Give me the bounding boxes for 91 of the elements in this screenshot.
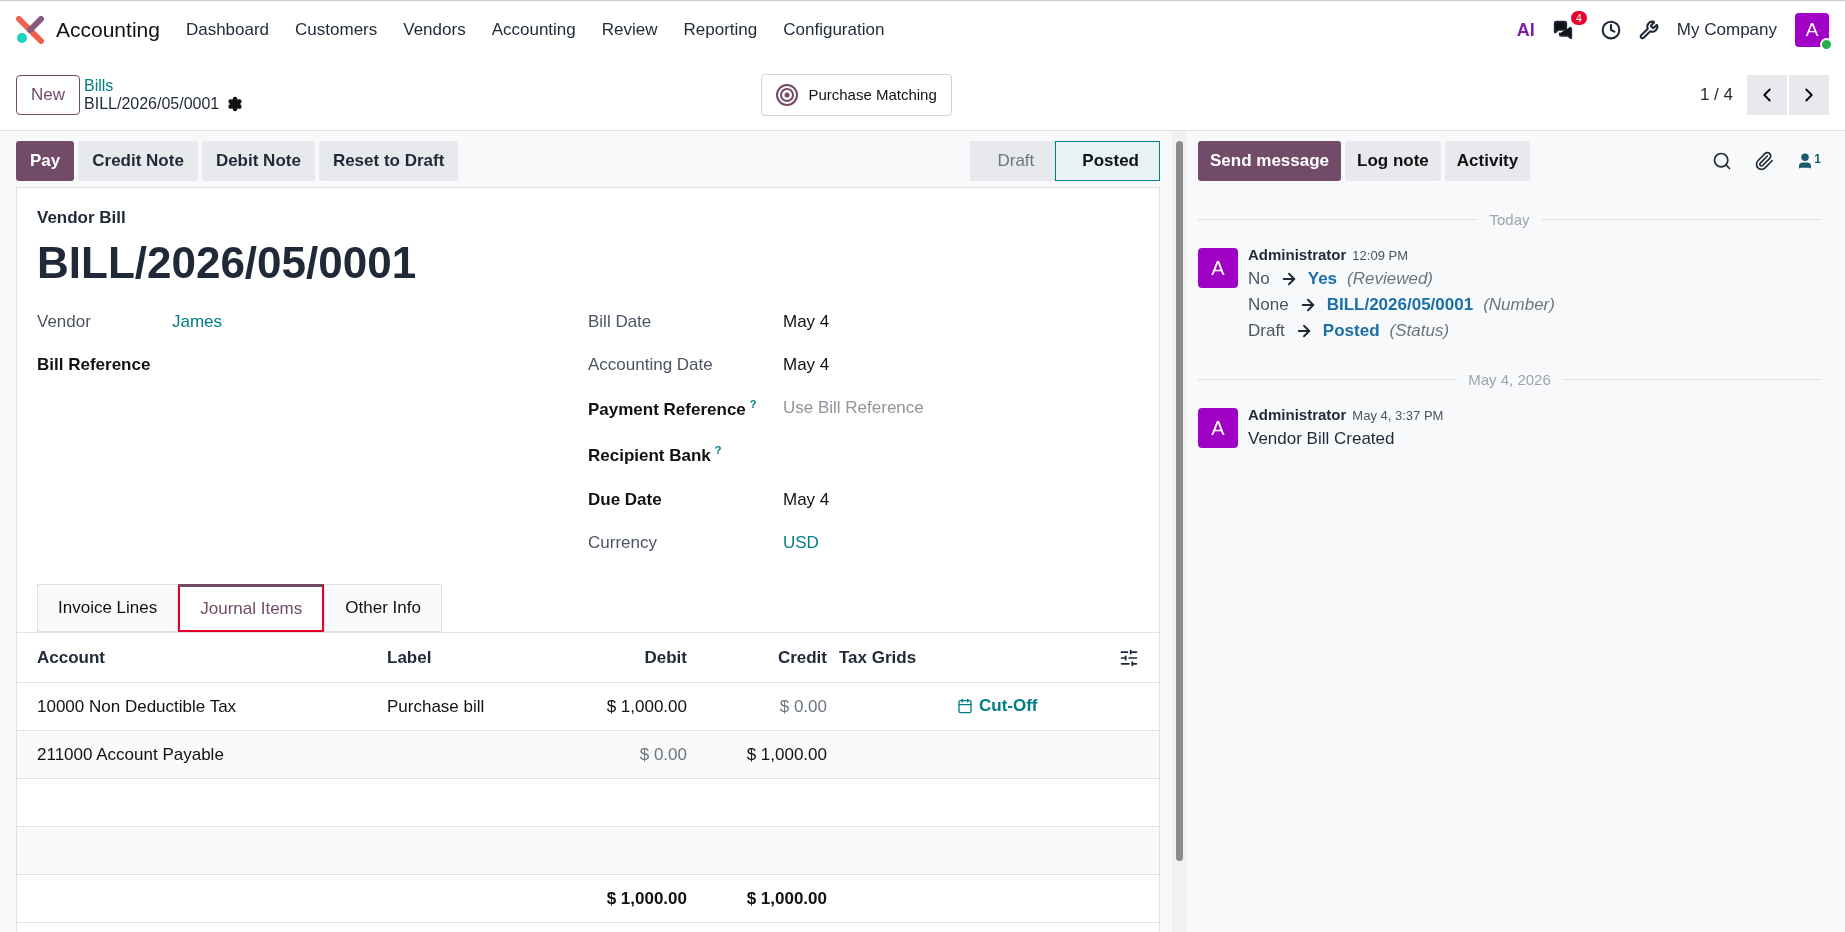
- column-header[interactable]: Debit: [537, 647, 687, 668]
- breadcrumb-link[interactable]: Bills: [84, 76, 244, 95]
- purchase-matching-button[interactable]: Purchase Matching: [761, 73, 952, 116]
- calendar-icon: [957, 697, 973, 714]
- search-icon[interactable]: [1712, 151, 1733, 171]
- document-title: BILL/2026/05/0001: [37, 238, 418, 288]
- chatter-button[interactable]: Log note: [1345, 141, 1441, 181]
- action-button[interactable]: Debit Note: [201, 141, 315, 181]
- app-name[interactable]: Accounting: [56, 18, 160, 42]
- status-step[interactable]: Draft: [970, 141, 1056, 181]
- column-settings-icon[interactable]: [1119, 647, 1139, 668]
- chatter-button[interactable]: Send message: [1198, 141, 1342, 181]
- field-label: Bill Date: [588, 312, 653, 332]
- action-button[interactable]: Credit Note: [78, 141, 198, 181]
- message-time: May 4, 3:37 PM: [1352, 408, 1444, 423]
- message-count: 4: [1570, 11, 1587, 25]
- old-value: None: [1248, 295, 1289, 315]
- tab[interactable]: Journal Items: [178, 584, 325, 632]
- new-value[interactable]: Yes: [1307, 269, 1338, 289]
- wrench-icon[interactable]: [1638, 20, 1659, 40]
- app-logo: [16, 16, 44, 44]
- company-switcher[interactable]: My Company: [1676, 20, 1777, 40]
- chat-icon[interactable]: [1552, 20, 1573, 40]
- new-value[interactable]: BILL/2026/05/0001: [1326, 295, 1474, 315]
- field-name: (Status): [1389, 321, 1450, 341]
- menu-item[interactable]: Reporting: [683, 20, 758, 40]
- menu-item[interactable]: Customers: [295, 20, 378, 40]
- column-header[interactable]: Tax Grids: [827, 647, 1119, 668]
- menu-item[interactable]: Accounting: [491, 20, 576, 40]
- menu-item[interactable]: Dashboard: [185, 20, 270, 40]
- menu-item[interactable]: Configuration: [783, 20, 885, 40]
- author-name[interactable]: Administrator: [1248, 406, 1347, 423]
- table-cell-text: 211000 Account Payable: [37, 744, 225, 765]
- old-value: Draft: [1248, 321, 1285, 341]
- scrollbar[interactable]: [1172, 131, 1186, 932]
- field-name: (Reviewed): [1347, 269, 1434, 289]
- date-separator: May 4, 2026: [1468, 371, 1551, 388]
- field-label: Bill Reference: [37, 355, 152, 375]
- date-separator: Today: [1489, 211, 1530, 228]
- followers-button[interactable]: 1: [1796, 152, 1821, 170]
- record-name: BILL/2026/05/0001: [84, 94, 220, 113]
- action-button[interactable]: Pay: [16, 141, 75, 181]
- credit-total: $ 1,000.00: [745, 888, 827, 909]
- pager-counter: 1 / 4: [1699, 84, 1733, 105]
- field-link[interactable]: James: [172, 312, 588, 332]
- field-value[interactable]: May 4: [783, 355, 1139, 375]
- action-button[interactable]: Reset to Draft: [318, 141, 459, 181]
- cut-off-link[interactable]: Cut-Off: [957, 695, 1038, 716]
- table-cell-text: Purchase bill: [387, 696, 486, 717]
- tab[interactable]: Invoice Lines: [37, 584, 179, 632]
- old-value: No: [1248, 269, 1270, 289]
- message-time: 12:09 PM: [1352, 248, 1408, 263]
- next-button[interactable]: [1789, 74, 1829, 115]
- table-cell-text: $ 0.00: [778, 696, 827, 717]
- chatter-button[interactable]: Activity: [1444, 141, 1531, 181]
- author-avatar: A: [1198, 248, 1238, 288]
- tab[interactable]: Other Info: [324, 584, 442, 632]
- previous-button[interactable]: [1747, 74, 1787, 115]
- new-button[interactable]: New: [16, 74, 80, 115]
- ai-button[interactable]: AI: [1516, 19, 1535, 41]
- table-cell-text: $ 1,000.00: [745, 744, 827, 765]
- new-value[interactable]: Posted: [1322, 321, 1380, 341]
- clock-icon[interactable]: [1600, 20, 1621, 40]
- debit-total: $ 1,000.00: [605, 888, 687, 909]
- field-value[interactable]: May 4: [783, 490, 1139, 510]
- target-icon: [776, 83, 799, 106]
- field-label: Vendor: [37, 312, 92, 332]
- field-value[interactable]: May 4: [783, 312, 1139, 332]
- field-label: Currency: [588, 533, 658, 553]
- author-name[interactable]: Administrator: [1248, 246, 1347, 263]
- author-avatar: A: [1198, 408, 1238, 448]
- menu-item[interactable]: Review: [601, 20, 658, 40]
- message-text: Vendor Bill Created: [1248, 429, 1396, 449]
- settings-icon[interactable]: [227, 95, 244, 112]
- column-header[interactable]: Label: [387, 647, 537, 668]
- document-type: Vendor Bill: [37, 208, 127, 228]
- paperclip-icon[interactable]: [1754, 151, 1775, 171]
- status-step[interactable]: Posted: [1055, 141, 1160, 181]
- field-label: Due Date: [588, 490, 663, 510]
- field-name: (Number): [1483, 295, 1555, 315]
- field-label: Recipient Bank $^{?}$: [588, 444, 723, 466]
- field-label: Payment Reference $^{?}$: [588, 398, 758, 420]
- user-avatar[interactable]: A: [1795, 13, 1829, 47]
- menu-item[interactable]: Vendors: [403, 20, 466, 40]
- column-header[interactable]: Account: [37, 647, 387, 668]
- table-cell-text: $ 0.00: [638, 744, 687, 765]
- table-cell-text: $ 1,000.00: [605, 696, 687, 717]
- table-cell-text: 10000 Non Deductible Tax: [37, 696, 238, 717]
- field-label: Accounting Date: [588, 355, 714, 375]
- column-header[interactable]: Credit: [687, 647, 827, 668]
- field-link[interactable]: USD: [783, 533, 1139, 553]
